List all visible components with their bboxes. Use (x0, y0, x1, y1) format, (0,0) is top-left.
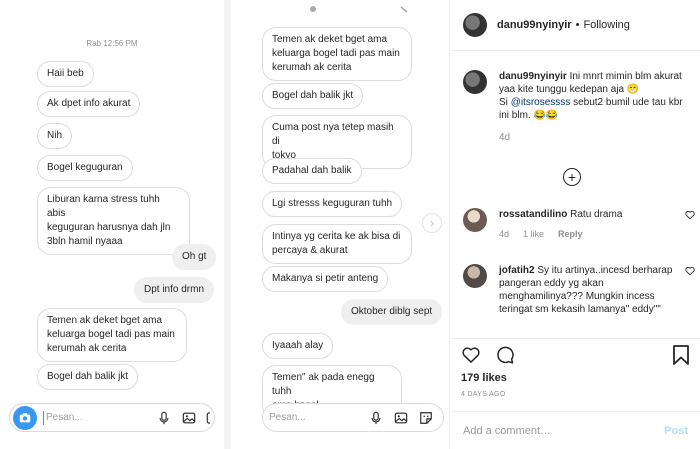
heart-icon[interactable] (685, 266, 695, 276)
like-heart-icon[interactable] (461, 345, 481, 365)
comment-bubble-icon[interactable] (495, 345, 515, 365)
message-bubble: Ak dpet info akurat (37, 91, 141, 117)
sticker-icon (206, 410, 212, 426)
post-date[interactable]: 4 DAYS AGO (461, 391, 506, 398)
comment-username[interactable]: rossatandilino (499, 209, 567, 220)
text-cursor (43, 410, 44, 425)
status-icons (291, 4, 411, 17)
header-username[interactable]: danu99nyinyir (497, 19, 572, 31)
post-details-panel: danu99nyinyir • Following danu99nyinyir … (451, 0, 700, 449)
comment-item: rossatandilino Ratu drama 4d 1 like Repl… (463, 208, 695, 239)
add-comment-bar: Add a comment… Post (451, 411, 700, 449)
sticker-icon (418, 410, 434, 426)
comment-username[interactable]: jofatih2 (499, 265, 535, 276)
comment-likes[interactable]: 1 like (523, 229, 544, 239)
message-bubble: Iyaaah alay (262, 333, 334, 359)
reply-button[interactable]: Reply (558, 229, 583, 239)
load-more-comments-button[interactable]: + (563, 168, 581, 186)
gallery-icon (393, 410, 409, 426)
message-composer: Pesan... (9, 403, 215, 432)
add-comment-input[interactable]: Add a comment… (463, 425, 664, 437)
next-photo-button[interactable]: › (422, 213, 442, 233)
avatar[interactable] (463, 208, 487, 232)
caption-username[interactable]: danu99nyinyir (499, 71, 567, 82)
message-bubble: Nih (37, 123, 73, 149)
message-bubble: Bogel dah balik jkt (262, 83, 364, 109)
post-actions: 179 likes 4 DAYS AGO Add a comment… Post (451, 338, 700, 449)
comment-time[interactable]: 4d (499, 229, 509, 239)
chat-screenshot-left: Rab 12:56 PM Haii beb Ak dpet info akura… (0, 0, 224, 449)
camera-icon (13, 405, 37, 430)
separator-dot: • (575, 19, 580, 31)
comment-text: Ratu drama (570, 209, 623, 220)
message-bubble-sent: Oh gt (172, 244, 217, 270)
microphone-icon (156, 410, 172, 426)
message-bubble: Bogel keguguran (37, 155, 133, 181)
avatar[interactable] (463, 264, 487, 288)
message-bubble: Padahal dah balik (262, 158, 362, 184)
mention-link[interactable]: @itsrosessss (511, 97, 571, 108)
bookmark-icon[interactable] (672, 345, 690, 365)
chat-timestamp: Rab 12:56 PM (86, 39, 138, 48)
message-composer: Pesan... (262, 403, 444, 432)
message-bubble: Temen ak deket bget ama keluarga bogel t… (37, 308, 187, 362)
caption-time[interactable]: 4d (499, 131, 693, 144)
message-bubble: Bogel dah balik jkt (37, 364, 139, 390)
message-input: Pesan... (269, 412, 306, 423)
comment-item: jofatih2 Sy itu artinya..incesd berharap… (463, 264, 695, 316)
likes-count[interactable]: 179 likes (461, 372, 507, 384)
message-bubble: Liburan karna stress tuhh abis keguguran… (37, 187, 190, 255)
heart-icon[interactable] (685, 210, 695, 220)
gallery-icon (181, 410, 197, 426)
screenshot-divider (224, 0, 231, 449)
message-bubble: Makanya si petir anteng (262, 266, 389, 292)
post-caption: danu99nyinyir Ini mnrt mimin blm akurat … (463, 70, 693, 144)
caption-prefix: Si (499, 97, 508, 108)
following-button[interactable]: Following (583, 19, 629, 31)
message-bubble: Haii beb (37, 61, 94, 87)
avatar[interactable] (463, 13, 487, 37)
message-bubble-sent: Oktober diblg sept (341, 299, 443, 325)
message-bubble: Lgi stresss keguguran tuhh (262, 191, 403, 217)
microphone-icon (368, 410, 384, 426)
post-comment-button[interactable]: Post (664, 425, 688, 437)
message-input: Pesan... (46, 412, 83, 423)
message-bubble-sent: Dpt info drmn (134, 277, 215, 303)
post-header: danu99nyinyir • Following (451, 0, 700, 51)
post-photo: Rab 12:56 PM Haii beb Ak dpet info akura… (0, 0, 450, 449)
avatar[interactable] (463, 70, 487, 94)
message-bubble: Temen ak deket bget ama keluarga bogel t… (262, 27, 412, 81)
message-bubble: Intinya yg cerita ke ak bisa di percaya … (262, 224, 412, 264)
